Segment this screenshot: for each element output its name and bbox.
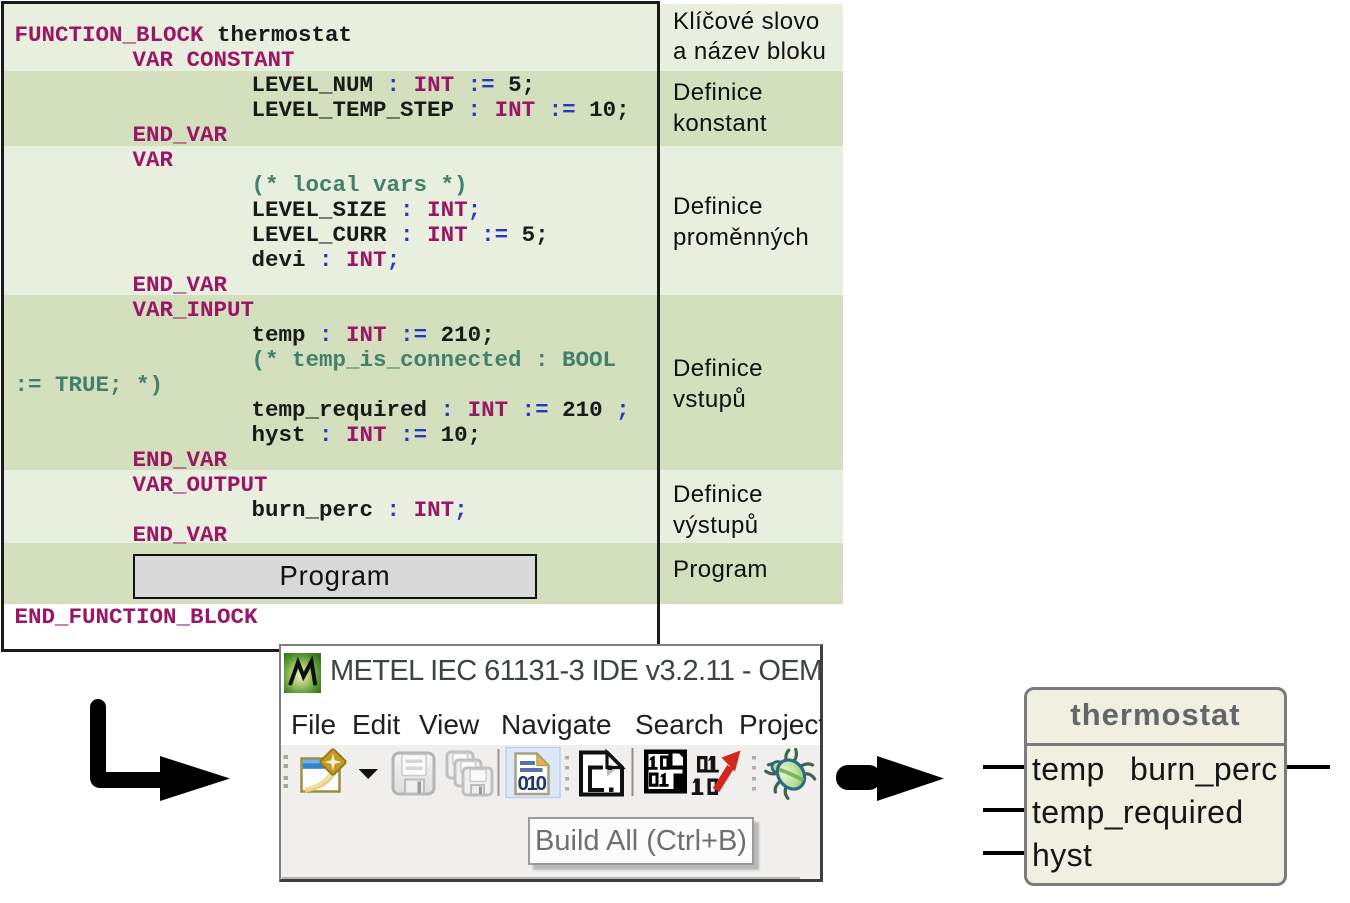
svg-text:010: 010	[518, 772, 548, 795]
